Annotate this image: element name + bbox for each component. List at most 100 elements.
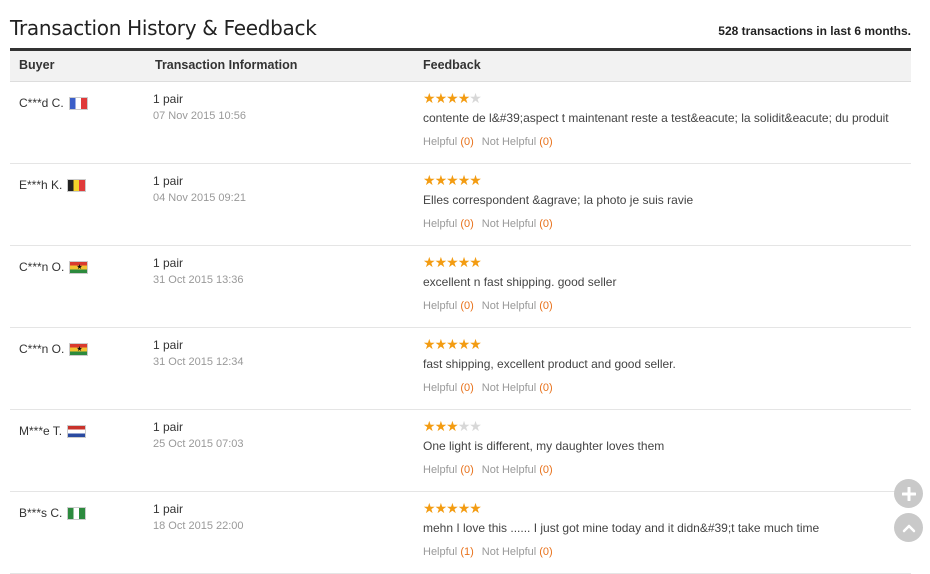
transaction-info: 1 pair 04 Nov 2015 09:21	[153, 174, 246, 204]
star-icon: ★	[434, 172, 448, 188]
star-rating: ★★★★★	[423, 337, 908, 351]
star-rating: ★★★★★	[423, 91, 908, 105]
buyer-cell: M***e T.	[19, 424, 87, 438]
buyer-name: C***n O.	[19, 260, 65, 274]
helpful-link[interactable]: Helpful (1)	[423, 546, 474, 558]
column-header-transaction: Transaction Information	[155, 58, 298, 72]
star-icon: ★	[434, 90, 448, 106]
not-helpful-link[interactable]: Not Helpful (0)	[482, 382, 553, 394]
helpful-link[interactable]: Helpful (0)	[423, 300, 474, 312]
country-flag-icon	[67, 178, 87, 192]
column-header-feedback: Feedback	[423, 58, 481, 72]
feedback-cell: ★★★★★ excellent n fast shipping. good sel…	[423, 255, 908, 312]
star-icon: ★	[446, 254, 459, 270]
helpful-label: Helpful	[423, 136, 458, 148]
not-helpful-link[interactable]: Not Helpful (0)	[482, 136, 553, 148]
feedback-cell: ★★★★★ One light is different, my daughter…	[423, 419, 908, 476]
not-helpful-label: Not Helpful	[481, 300, 537, 312]
star-icon: ★	[457, 254, 471, 270]
transaction-count: 528 transactions in last 6 months.	[718, 24, 911, 38]
helpful-votes: Helpful (0) Not Helpful (0)	[423, 464, 908, 476]
section-header: Transaction History & Feedback 528 trans…	[10, 14, 911, 51]
not-helpful-count: (0)	[539, 382, 553, 394]
quantity: 1 pair	[153, 502, 184, 516]
feedback-comment: Elles correspondent &agrave; la photo je…	[423, 193, 694, 207]
helpful-count: (0)	[460, 218, 474, 230]
scroll-top-button[interactable]	[894, 513, 923, 542]
feedback-cell: ★★★★★ fast shipping, excellent product an…	[423, 337, 908, 394]
buyer-name: M***e T.	[19, 424, 63, 438]
helpful-link[interactable]: Helpful (0)	[423, 136, 474, 148]
quantity: 1 pair	[153, 174, 184, 188]
feedback-row: M***e T. 1 pair 25 Oct 2015 07:03 ★★★★★ One …	[10, 410, 911, 492]
star-icon: ★	[469, 90, 482, 106]
chevron-up-icon	[902, 524, 915, 532]
star-icon: ★	[457, 336, 471, 352]
star-rating: ★★★★★	[423, 255, 908, 269]
transaction-info: 1 pair 07 Nov 2015 10:56	[153, 92, 246, 122]
transaction-date: 04 Nov 2015 09:21	[153, 192, 246, 204]
feedback-comment: contente de l&#39;aspect t maintenant re…	[423, 111, 889, 125]
transaction-info: 1 pair 31 Oct 2015 12:34	[153, 338, 244, 368]
not-helpful-link[interactable]: Not Helpful (0)	[482, 464, 553, 476]
helpful-count: (0)	[460, 136, 474, 148]
feedback-comment: excellent n fast shipping. good seller	[423, 275, 617, 289]
buyer-cell: C***n O.	[19, 260, 89, 274]
not-helpful-count: (0)	[539, 546, 553, 558]
star-rating: ★★★★★	[423, 173, 908, 187]
star-icon: ★	[469, 418, 482, 434]
transaction-date: 31 Oct 2015 12:34	[153, 356, 244, 368]
transaction-date: 18 Oct 2015 22:00	[153, 520, 244, 532]
plus-icon	[901, 486, 916, 501]
buyer-name: B***s C.	[19, 506, 63, 520]
helpful-label: Helpful	[423, 300, 458, 312]
transaction-info: 1 pair 25 Oct 2015 07:03	[153, 420, 244, 450]
helpful-votes: Helpful (0) Not Helpful (0)	[423, 136, 908, 148]
not-helpful-link[interactable]: Not Helpful (0)	[482, 546, 553, 558]
not-helpful-count: (0)	[539, 464, 553, 476]
star-rating: ★★★★★	[423, 419, 908, 433]
helpful-label: Helpful	[423, 464, 458, 476]
star-icon: ★	[457, 418, 471, 434]
country-flag-icon	[69, 260, 89, 274]
helpful-link[interactable]: Helpful (0)	[423, 464, 474, 476]
transaction-date: 25 Oct 2015 07:03	[153, 438, 244, 450]
not-helpful-label: Not Helpful	[481, 546, 537, 558]
not-helpful-count: (0)	[539, 136, 553, 148]
buyer-name: E***h K.	[19, 178, 63, 192]
country-flag-icon	[69, 342, 89, 356]
not-helpful-label: Not Helpful	[481, 136, 537, 148]
star-icon: ★	[469, 336, 482, 352]
transaction-info: 1 pair 31 Oct 2015 13:36	[153, 256, 244, 286]
star-icon: ★	[434, 254, 448, 270]
star-icon: ★	[423, 172, 436, 188]
star-icon: ★	[423, 336, 436, 352]
not-helpful-link[interactable]: Not Helpful (0)	[482, 218, 553, 230]
star-icon: ★	[423, 254, 436, 270]
not-helpful-link[interactable]: Not Helpful (0)	[482, 300, 553, 312]
star-icon: ★	[446, 90, 459, 106]
feedback-row: B***s C. 1 pair 18 Oct 2015 22:00 ★★★★★ mehn…	[10, 492, 911, 574]
not-helpful-label: Not Helpful	[481, 382, 537, 394]
not-helpful-label: Not Helpful	[481, 218, 537, 230]
not-helpful-label: Not Helpful	[481, 464, 537, 476]
quantity: 1 pair	[153, 420, 184, 434]
star-icon: ★	[469, 500, 482, 516]
buyer-cell: C***d C.	[19, 96, 88, 110]
feedback-comment: mehn I love this ...... I just got mine …	[423, 521, 820, 535]
feedback-row: E***h K. 1 pair 04 Nov 2015 09:21 ★★★★★ Elle…	[10, 164, 911, 246]
quantity: 1 pair	[153, 256, 184, 270]
star-icon: ★	[469, 172, 482, 188]
helpful-link[interactable]: Helpful (0)	[423, 382, 474, 394]
country-flag-icon	[67, 506, 87, 520]
buyer-cell: B***s C.	[19, 506, 87, 520]
transaction-date: 07 Nov 2015 10:56	[153, 110, 246, 122]
helpful-link[interactable]: Helpful (0)	[423, 218, 474, 230]
helpful-label: Helpful	[423, 218, 458, 230]
not-helpful-count: (0)	[539, 300, 553, 312]
expand-button[interactable]	[894, 479, 923, 508]
feedback-row: C***d C. 1 pair 07 Nov 2015 10:56 ★★★★★ cont…	[10, 82, 911, 164]
quantity: 1 pair	[153, 338, 184, 352]
feedback-row: C***n O. 1 pair31 Oct 2015 13:36 ★★★★★ exce…	[10, 246, 911, 328]
star-icon: ★	[446, 500, 459, 516]
